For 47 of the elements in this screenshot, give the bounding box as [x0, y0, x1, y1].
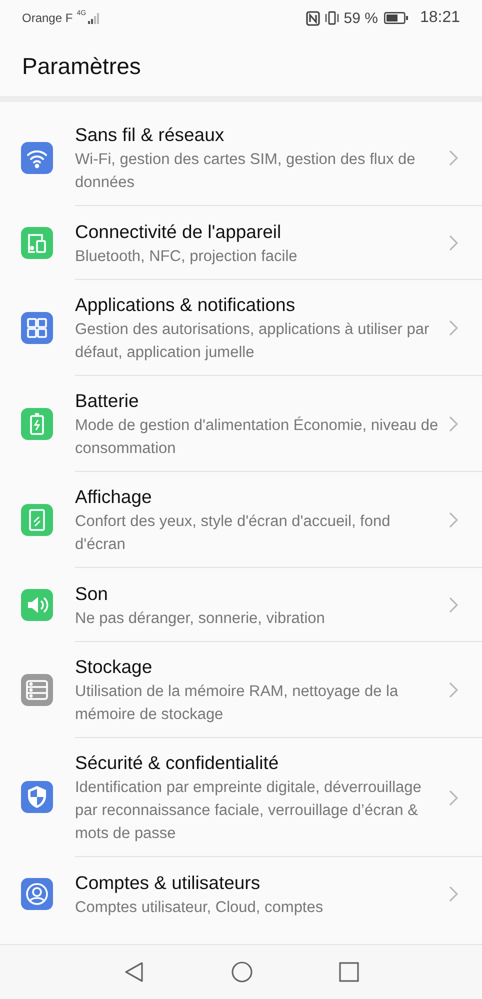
settings-item[interactable]: Sécurité & confidentialité Identification par empreinte digitale, déverrouillage par reconnaissance faciale, verrouillage d’écran & mots de passe [75, 738, 482, 857]
item-description: Gestion des autorisations, applications à utiliser par défaut, application jumelle [75, 320, 430, 363]
carrier-name: Orange F [22, 11, 73, 25]
chevron-icon [449, 235, 458, 251]
chevron-icon [449, 320, 458, 336]
item-title: Sans fil & réseaux [75, 123, 226, 147]
settings-item[interactable]: Applications & notifications Gestion des autorisations, applications à utiliser par défaut, application jumelle [75, 280, 482, 376]
battery-icon [384, 12, 408, 24]
item-title: Son [75, 582, 109, 606]
settings-item[interactable]: Batterie Mode de gestion d'alimentation Économie, niveau de consommation [75, 376, 482, 472]
item-description: Identification par empreinte digitale, déverrouillage par reconnaissance faciale, verrouillage d’écran & mots de passe [75, 778, 422, 844]
home-icon[interactable] [231, 961, 253, 983]
chevron-icon [449, 682, 458, 698]
chevron-icon [449, 416, 458, 432]
item-title: Affichage [75, 485, 153, 509]
settings-item[interactable]: Affichage Confort des yeux, style d'écran d'accueil, fond d'écran [75, 472, 482, 568]
signal-icon [88, 12, 100, 24]
nfc-icon [306, 10, 320, 26]
item-title: Applications & notifications [75, 293, 296, 317]
settings-item[interactable]: Comptes & utilisateurs Comptes utilisateur, Cloud, comptes [75, 857, 482, 930]
chevron-icon [449, 597, 458, 613]
battery-percentage: 59 % [344, 10, 378, 26]
item-title: Connectivité de l'appareil [75, 220, 282, 244]
vibrate-icon [324, 11, 340, 25]
settings-item[interactable]: Stockage Utilisation de la mémoire RAM, nettoyage de la mémoire de stockage [75, 642, 482, 738]
item-title: Stockage [75, 655, 154, 679]
chevron-icon [449, 150, 458, 166]
item-title: Comptes & utilisateurs [75, 870, 262, 895]
item-title: Batterie [75, 389, 140, 413]
settings-item[interactable]: Sans fil & réseaux Wi-Fi, gestion des cartes SIM, gestion des flux de données [75, 110, 482, 206]
recents-icon[interactable] [339, 962, 359, 982]
item-description: Ne pas déranger, sonnerie, vibration [75, 608, 326, 628]
settings-item[interactable]: Connectivité de l'appareil Bluetooth, NFC, projection facile [75, 206, 482, 280]
item-description: Wi-Fi, gestion des cartes SIM, gestion des flux de données [75, 150, 416, 193]
chevron-icon [449, 886, 458, 902]
item-description: Bluetooth, NFC, projection facile [75, 246, 298, 266]
item-description: Utilisation de la mémoire RAM, nettoyage de la mémoire de stockage [75, 682, 400, 725]
item-description: Mode de gestion d'alimentation Économie, niveau de consommation [75, 416, 439, 459]
item-description: Confort des yeux, style d'écran d'accueil, fond d'écran [75, 512, 392, 555]
page-title: Paramètres [22, 52, 141, 80]
clock: 18:21 [420, 9, 460, 27]
chevron-icon [449, 512, 458, 528]
settings-item[interactable]: Son Ne pas déranger, sonnerie, vibration [75, 568, 482, 642]
item-description: Comptes utilisateur, Cloud, comptes [75, 898, 324, 918]
item-title: Sécurité & confidentialité [75, 751, 280, 775]
chevron-icon [449, 790, 458, 806]
back-icon[interactable] [123, 961, 145, 983]
